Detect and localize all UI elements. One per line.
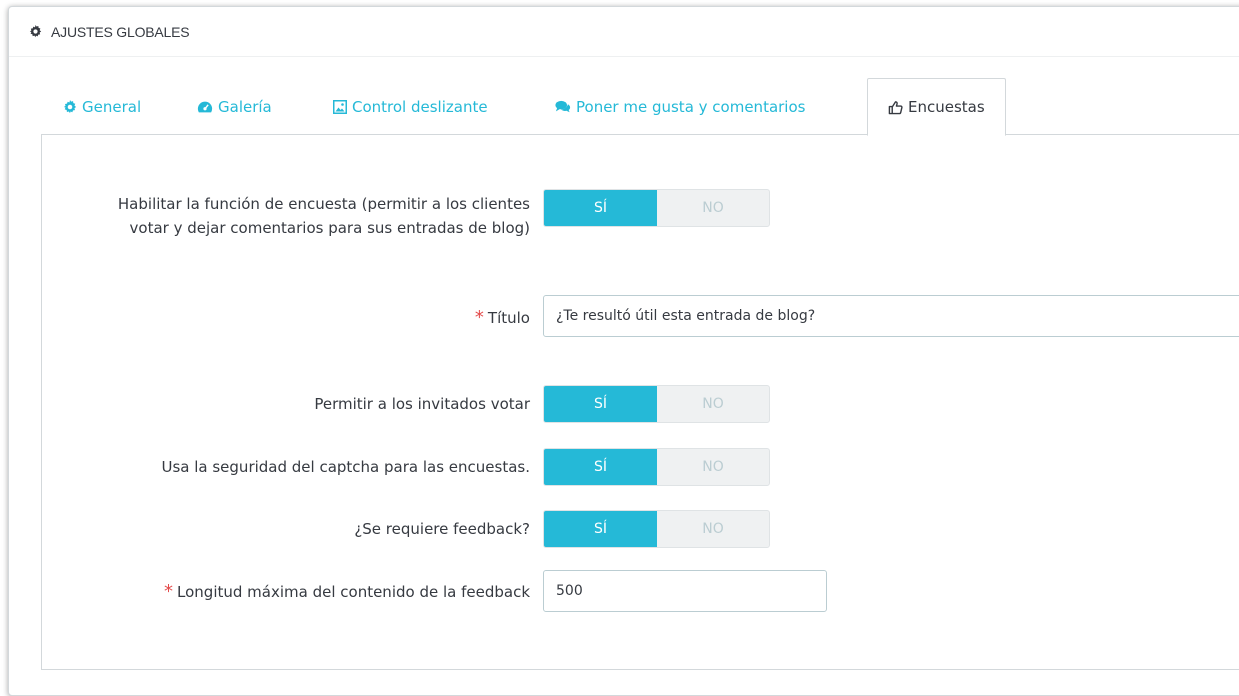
tab-polls-label: Encuestas — [908, 98, 985, 116]
panel-title: AJUSTES GLOBALES — [51, 23, 190, 40]
captcha-switch[interactable]: SÍ NO — [543, 448, 770, 486]
feedback-required-label: ¿Se requiere feedback? — [354, 520, 530, 538]
title-input[interactable] — [543, 295, 1239, 337]
settings-tabs: General Galería Control deslizante Poner… — [41, 78, 1239, 136]
tab-slider-label: Control deslizante — [352, 97, 488, 116]
captcha-yes[interactable]: SÍ — [544, 449, 657, 485]
required-marker: * — [164, 581, 174, 602]
feedback-required-switch[interactable]: SÍ NO — [543, 510, 770, 548]
guests-vote-switch[interactable]: SÍ NO — [543, 385, 770, 423]
max-length-label: Longitud máxima del contenido de la feed… — [177, 583, 530, 601]
cog-icon — [63, 99, 77, 114]
feedback-required-no[interactable]: NO — [657, 511, 769, 547]
required-marker: * — [474, 307, 484, 328]
thumbs-up-icon — [888, 100, 903, 115]
gear-icon — [29, 25, 42, 38]
guests-vote-no[interactable]: NO — [657, 386, 769, 422]
tab-gallery[interactable]: Galería — [197, 78, 272, 135]
enable-poll-yes[interactable]: SÍ — [544, 190, 657, 226]
tab-general[interactable]: General — [63, 78, 141, 135]
tab-polls[interactable]: Encuestas — [867, 78, 1006, 136]
tab-likes-comments-label: Poner me gusta y comentarios — [576, 97, 806, 116]
max-length-label-wrap: * Longitud máxima del contenido de la fee… — [60, 580, 530, 604]
max-length-input[interactable] — [543, 570, 827, 612]
panel-heading: AJUSTES GLOBALES — [9, 7, 1239, 57]
enable-poll-switch[interactable]: SÍ NO — [543, 189, 770, 227]
guests-vote-yes[interactable]: SÍ — [544, 386, 657, 422]
tab-gallery-label: Galería — [218, 97, 272, 116]
tab-likes-comments[interactable]: Poner me gusta y comentarios — [555, 78, 805, 135]
enable-poll-label: Habilitar la función de encuesta (permit… — [117, 195, 530, 237]
guests-vote-label: Permitir a los invitados votar — [314, 395, 530, 413]
comments-icon — [555, 100, 571, 113]
enable-poll-no[interactable]: NO — [657, 190, 769, 226]
tab-general-label: General — [82, 97, 142, 116]
dashboard-icon — [197, 100, 213, 114]
image-icon — [333, 99, 347, 114]
captcha-no[interactable]: NO — [657, 449, 769, 485]
tab-slider[interactable]: Control deslizante — [333, 78, 488, 135]
captcha-label: Usa la seguridad del captcha para las en… — [161, 458, 530, 476]
tab-content-polls: Habilitar la función de encuesta (permit… — [41, 134, 1239, 670]
title-label: Título — [487, 309, 530, 327]
feedback-required-yes[interactable]: SÍ — [544, 511, 657, 547]
global-settings-panel: AJUSTES GLOBALES General Galería Control… — [8, 6, 1239, 696]
title-label-wrap: * Título — [90, 306, 530, 330]
